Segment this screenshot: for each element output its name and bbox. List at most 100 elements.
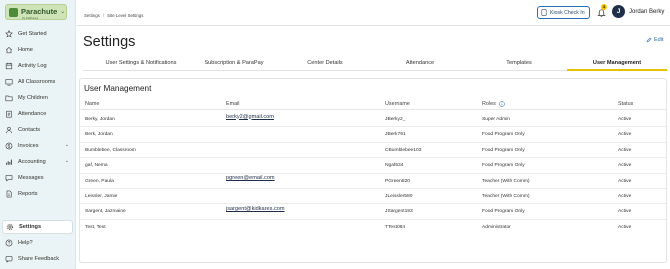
sidebar: Parachute ⌄ by KidKares Get Started Home…: [0, 0, 76, 269]
sidebar-item-help[interactable]: Help?: [2, 236, 73, 250]
table-row[interactable]: Green, Paula pgreen@email.com PGreen820 …: [80, 174, 666, 189]
home-icon: [5, 47, 13, 54]
avatar[interactable]: J: [612, 5, 625, 18]
cell-status: Active: [618, 132, 632, 138]
cell-email[interactable]: pgreen@email.com: [226, 175, 275, 181]
table-row[interactable]: Leissler, Jamie JLeissler580 Teacher (Wi…: [80, 189, 666, 205]
cell-role: Food Program Only: [482, 209, 525, 215]
tab-center-details[interactable]: Center Details: [299, 57, 351, 71]
table-row[interactable]: gaf, Nema Ngaf634 Food Program Only Acti…: [80, 158, 666, 174]
cell-status: Active: [618, 209, 632, 215]
sidebar-item-home[interactable]: Home: [2, 43, 73, 57]
sidebar-item-attendance[interactable]: Attendance: [2, 107, 73, 121]
document-icon: [6, 190, 12, 198]
table-header: Name Email Username Roles Status: [80, 99, 666, 110]
sidebar-item-get-started[interactable]: Get Started: [2, 27, 73, 41]
sidebar-item-label: Activity Log: [18, 63, 47, 69]
chevron-down-icon: ⌄: [60, 8, 66, 15]
sidebar-item-reports[interactable]: Reports: [2, 187, 73, 201]
tab-user-management[interactable]: User Management: [567, 57, 667, 71]
sidebar-item-my-children[interactable]: My Children: [2, 91, 73, 105]
column-header-username[interactable]: Username: [385, 101, 410, 107]
breadcrumb-item-settings[interactable]: Settings: [84, 13, 100, 18]
cell-email[interactable]: berky2@gmail.com: [226, 114, 274, 120]
brand-logo[interactable]: Parachute ⌄ by KidKares: [5, 4, 67, 20]
chevron-down-icon: ⌄: [64, 142, 69, 148]
chat-icon: [5, 175, 13, 182]
notification-badge: 3: [601, 4, 607, 10]
main-content: Settings Edit User Settings & Notificati…: [77, 27, 670, 269]
sidebar-item-contacts[interactable]: Contacts: [2, 123, 73, 137]
cell-username: Ngaf634: [385, 163, 404, 169]
table-row[interactable]: Bumblebee, Classroom CBumblebee103 Food …: [80, 143, 666, 159]
cell-name: Test, Test: [85, 224, 106, 230]
sidebar-item-settings[interactable]: Settings: [2, 220, 73, 234]
cell-status: Active: [618, 194, 632, 199]
cell-username: TTest084: [385, 224, 406, 230]
cell-role: Administrator: [482, 224, 511, 230]
clipboard-icon: [6, 110, 12, 118]
cell-username: PGreen820: [385, 178, 411, 184]
sidebar-item-messages[interactable]: Messages: [2, 171, 73, 185]
kiosk-check-in-button[interactable]: Kiosk Check In: [537, 6, 590, 19]
cell-username: JBerk791: [385, 132, 406, 138]
cell-username: JLeissler580: [385, 194, 413, 199]
cell-name: Leissler, Jamie: [85, 194, 118, 199]
sidebar-item-share-feedback[interactable]: Share Feedback: [2, 252, 73, 266]
sidebar-item-invoices[interactable]: Invoices ⌄: [2, 139, 73, 153]
breadcrumb-item-site-level-settings: Site Level Settings: [107, 13, 144, 18]
brand-name: Parachute: [21, 7, 58, 16]
bar-chart-icon: [6, 159, 12, 165]
cell-status: Active: [618, 163, 632, 169]
cell-role: Teacher (With Comm): [482, 178, 530, 184]
edit-label: Edit: [654, 37, 664, 43]
sidebar-item-all-classrooms[interactable]: All Classrooms: [2, 75, 73, 89]
help-icon: [5, 239, 13, 247]
sidebar-item-label: Settings: [19, 224, 42, 230]
sidebar-item-label: Attendance: [18, 111, 47, 117]
table-row[interactable]: Test, Test TTest084 Administrator Active: [80, 220, 666, 235]
cell-status: Active: [618, 147, 632, 153]
tab-templates[interactable]: Templates: [501, 57, 537, 71]
cell-name: Berky, Jordan: [85, 117, 115, 122]
cell-role: Super Admin: [482, 117, 511, 122]
breadcrumb: Settings / Site Level Settings: [84, 13, 143, 18]
top-bar: Settings / Site Level Settings Kiosk Check…: [77, 0, 670, 26]
table-row[interactable]: Berky, Jordan berky2@gmail.com JBerky2_ …: [80, 112, 666, 128]
sidebar-item-label: Help?: [18, 240, 33, 246]
cell-status: Active: [618, 178, 632, 184]
sidebar-item-activity-log[interactable]: Activity Log: [2, 59, 73, 73]
info-icon[interactable]: [499, 101, 505, 107]
table-row[interactable]: Berk, Jordan JBerk791 Food Program Only …: [80, 127, 666, 143]
column-header-email[interactable]: Email: [226, 101, 239, 107]
parachute-logo-icon: [9, 7, 18, 17]
column-header-name[interactable]: Name: [85, 101, 99, 107]
tab-user-settings-notifications[interactable]: User Settings & Notifications: [93, 57, 189, 71]
person-icon: [6, 126, 12, 134]
cell-username: JBerky2_: [385, 117, 406, 122]
cell-role: Teacher (With Comm): [482, 194, 530, 199]
cell-name: Green, Paula: [85, 178, 114, 184]
user-name[interactable]: Jordan Berky: [629, 9, 664, 15]
breadcrumb-separator: /: [102, 13, 105, 18]
tab-subscription-parapay[interactable]: Subscription & ParaPay: [195, 57, 273, 71]
cell-username: JSargent193: [385, 209, 413, 215]
chevron-down-icon: ⌄: [64, 158, 69, 164]
sidebar-item-accounting[interactable]: Accounting ⌄: [2, 155, 73, 169]
tablet-icon: [541, 9, 547, 16]
pencil-icon: [646, 37, 652, 43]
sidebar-item-label: My Children: [18, 95, 48, 101]
column-header-roles-label: Roles: [482, 101, 496, 107]
cell-status: Active: [618, 224, 632, 230]
cell-email[interactable]: jsargent@kidkares.com: [226, 206, 285, 212]
sidebar-item-label: Messages: [18, 175, 44, 181]
table-row[interactable]: Sargent, Jazmaine jsargent@kidkares.com …: [80, 204, 666, 220]
cell-name: Berk, Jordan: [85, 132, 113, 138]
cell-name: Sargent, Jazmaine: [85, 209, 126, 215]
tab-attendance[interactable]: Attendance: [401, 57, 439, 71]
folder-icon: [5, 95, 13, 102]
column-header-roles[interactable]: Roles: [482, 101, 505, 107]
cell-name: gaf, Nema: [85, 163, 108, 169]
edit-button[interactable]: Edit: [646, 37, 663, 43]
column-header-status[interactable]: Status: [618, 101, 633, 107]
